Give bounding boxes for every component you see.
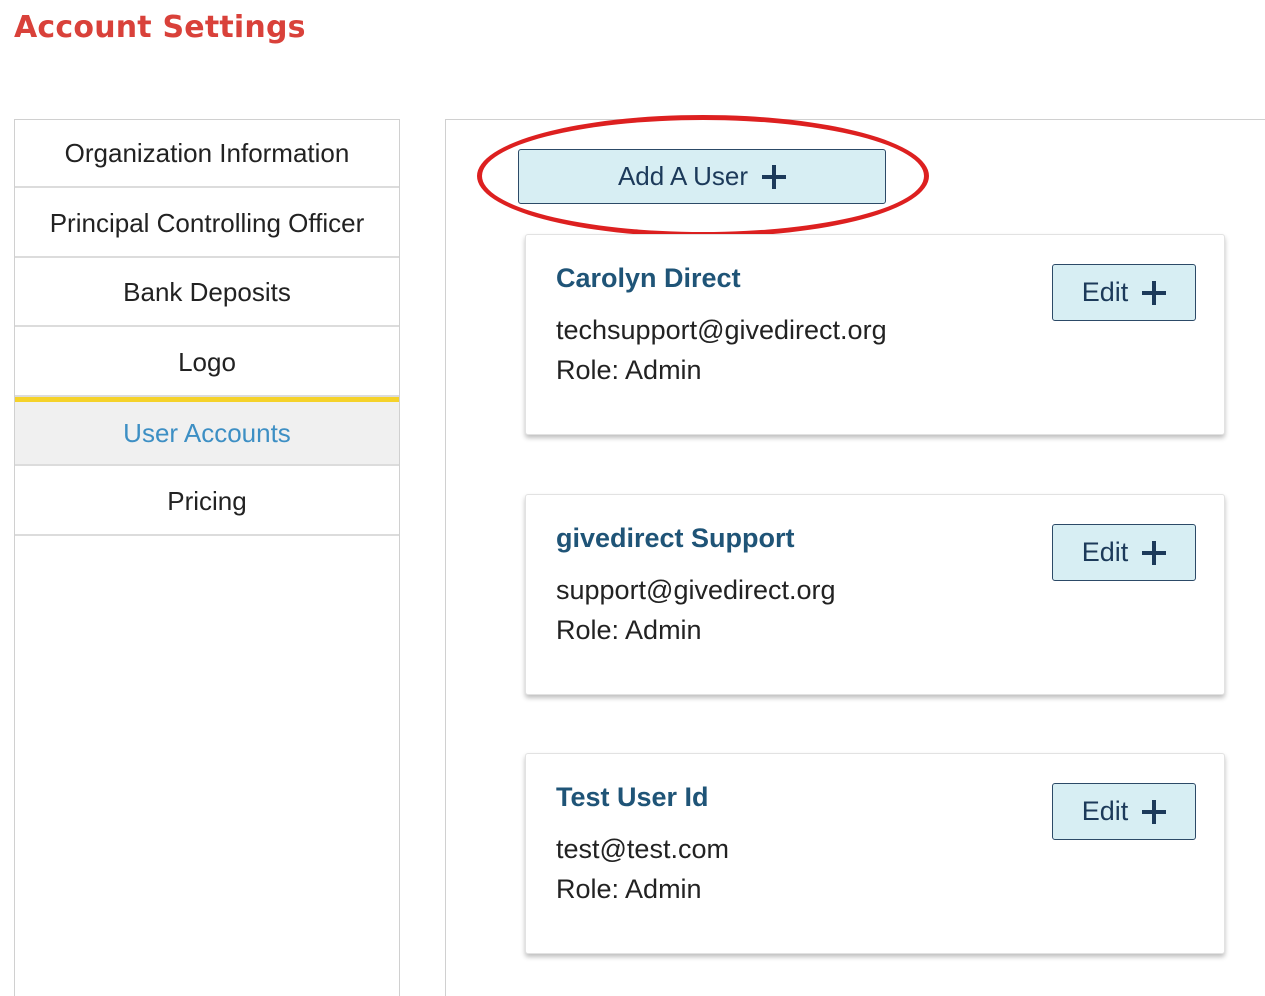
- sidebar-item-principal-controlling-officer[interactable]: Principal Controlling Officer: [15, 190, 399, 258]
- plus-icon: [1142, 540, 1167, 565]
- sidebar-item-label: Pricing: [167, 485, 247, 516]
- edit-label: Edit: [1081, 277, 1129, 307]
- edit-label: Edit: [1081, 537, 1129, 567]
- user-email: support@givedirect.org: [556, 575, 836, 605]
- sidebar-item-label: User Accounts: [123, 417, 291, 448]
- add-user-label: Add A User: [617, 161, 749, 191]
- page-title: Account Settings: [14, 10, 306, 45]
- edit-user-button[interactable]: Edit: [1052, 524, 1196, 581]
- user-card: Carolyn Direct techsupport@givedirect.or…: [525, 234, 1225, 435]
- user-name: givedirect Support: [556, 523, 795, 553]
- user-name: Test User Id: [556, 782, 709, 812]
- sidebar-item-logo[interactable]: Logo: [15, 329, 399, 397]
- sidebar-item-organization-information[interactable]: Organization Information: [15, 120, 399, 188]
- sidebar-item-label: Organization Information: [64, 137, 350, 168]
- settings-sidebar: Organization Information Principal Contr…: [14, 119, 400, 996]
- edit-label: Edit: [1081, 796, 1129, 826]
- user-email: techsupport@givedirect.org: [556, 315, 887, 345]
- sidebar-item-label: Principal Controlling Officer: [49, 207, 365, 238]
- user-role: Role: Admin: [556, 615, 702, 645]
- user-role: Role: Admin: [556, 874, 702, 904]
- sidebar-item-pricing[interactable]: Pricing: [15, 468, 399, 536]
- edit-user-button[interactable]: Edit: [1052, 783, 1196, 840]
- sidebar-item-label: Logo: [178, 346, 236, 377]
- plus-icon: [762, 164, 787, 189]
- plus-icon: [1142, 280, 1167, 305]
- plus-icon: [1142, 799, 1167, 824]
- user-email: test@test.com: [556, 834, 729, 864]
- user-name: Carolyn Direct: [556, 263, 741, 293]
- edit-user-button[interactable]: Edit: [1052, 264, 1196, 321]
- user-role: Role: Admin: [556, 355, 702, 385]
- sidebar-item-user-accounts[interactable]: User Accounts: [15, 397, 399, 466]
- user-card: givedirect Support support@givedirect.or…: [525, 494, 1225, 695]
- sidebar-item-bank-deposits[interactable]: Bank Deposits: [15, 259, 399, 327]
- user-card: Test User Id test@test.com Role: Admin E…: [525, 753, 1225, 954]
- sidebar-item-label: Bank Deposits: [123, 276, 291, 307]
- add-user-button[interactable]: Add A User: [518, 149, 886, 204]
